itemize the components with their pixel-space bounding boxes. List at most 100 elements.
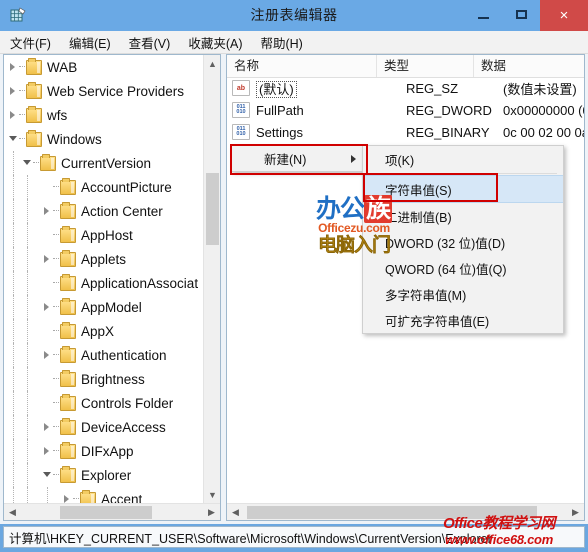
tree-item-applicationassociat[interactable]: ApplicationAssociat [4, 271, 203, 295]
scroll-up-icon[interactable]: ▲ [204, 55, 220, 72]
value-data-cell: 0x00000000 (0) [503, 102, 584, 118]
tree-vertical-scrollbar[interactable]: ▲ ▼ [203, 55, 220, 503]
tree-item-label: wfs [47, 107, 68, 123]
submenu-item-0[interactable]: 项(K) [363, 146, 563, 172]
column-header-type[interactable]: 类型 [377, 55, 474, 77]
tree-item-accent[interactable]: Accent [4, 487, 203, 503]
submenu-item-4[interactable]: QWORD (64 位)值(Q) [363, 255, 563, 281]
tree-item-deviceaccess[interactable]: DeviceAccess [4, 415, 203, 439]
registry-value-row[interactable]: ab (默认) REG_SZ (数值未设置) [227, 77, 584, 99]
tree-item-explorer[interactable]: Explorer [4, 463, 203, 487]
menu-favorites[interactable]: 收藏夹(A) [188, 33, 242, 52]
tree-expand-icon[interactable] [8, 79, 19, 103]
menu-file[interactable]: 文件(F) [10, 33, 51, 52]
minimize-icon [477, 16, 489, 19]
tree-expand-icon[interactable] [42, 199, 53, 223]
tree-connector [73, 487, 80, 503]
menu-help[interactable]: 帮助(H) [260, 33, 302, 52]
tree-vscroll-thumb[interactable] [206, 173, 219, 245]
menu-view[interactable]: 查看(V) [129, 33, 171, 52]
tree-collapse-icon[interactable] [8, 127, 19, 151]
list-scroll-left-icon[interactable]: ◀ [227, 504, 244, 520]
registry-tree[interactable]: WAB Web Service Providers wfs Windows Curren… [4, 55, 203, 503]
registry-value-row[interactable]: 011010 FullPath REG_DWORD 0x00000000 (0) [227, 99, 584, 121]
value-name-cell: (默认) [256, 79, 406, 98]
close-icon: × [559, 7, 569, 24]
tree-expand-icon[interactable] [42, 247, 53, 271]
submenu-item-1[interactable]: 字符串值(S) [363, 175, 563, 203]
registry-value-row[interactable]: 011010 Settings REG_BINARY 0c 00 02 00 0a 0… [227, 121, 584, 143]
tree-collapse-icon[interactable] [22, 151, 33, 175]
submenu-item-5[interactable]: 多字符串值(M) [363, 281, 563, 307]
column-header-name[interactable]: 名称 [227, 55, 377, 77]
tree-expand-icon[interactable] [62, 487, 73, 503]
scroll-right-icon[interactable]: ▶ [203, 504, 220, 520]
tree-item-label: DeviceAccess [81, 419, 166, 435]
column-header-data[interactable]: 数据 [474, 55, 584, 77]
folder-icon [60, 417, 76, 435]
value-type-cell: REG_BINARY [406, 124, 490, 140]
tree-item-web-service-providers[interactable]: Web Service Providers [4, 79, 203, 103]
list-scroll-right-icon[interactable]: ▶ [567, 504, 584, 520]
tree-twisty-placeholder [42, 175, 53, 199]
close-button[interactable]: × [540, 0, 588, 31]
tree-item-label: Applets [81, 251, 127, 267]
tree-item-windows[interactable]: Windows [4, 127, 203, 151]
submenu-item-3[interactable]: DWORD (32 位)值(D) [363, 229, 563, 255]
folder-icon [60, 201, 76, 219]
tree-item-brightness[interactable]: Brightness [4, 367, 203, 391]
tree-indent [8, 271, 22, 295]
maximize-button[interactable] [502, 0, 540, 28]
tree-expand-icon[interactable] [42, 343, 53, 367]
tree-item-wab[interactable]: WAB [4, 55, 203, 79]
submenu-item-2[interactable]: 二进制值(B) [363, 203, 563, 229]
tree-expand-icon[interactable] [8, 103, 19, 127]
list-hscroll-thumb[interactable] [247, 506, 537, 519]
submenu-item-6[interactable]: 可扩充字符串值(E) [363, 307, 563, 333]
tree-item-label: Controls Folder [81, 395, 174, 411]
minimize-button[interactable] [464, 0, 502, 28]
window-controls: × [464, 0, 588, 31]
tree-item-controls-folder[interactable]: Controls Folder [4, 391, 203, 415]
value-name-cell: FullPath [256, 103, 406, 118]
maximize-icon [515, 9, 527, 19]
tree-item-appmodel[interactable]: AppModel [4, 295, 203, 319]
tree-item-currentversion[interactable]: CurrentVersion [4, 151, 203, 175]
tree-item-accountpicture[interactable]: AccountPicture [4, 175, 203, 199]
tree-item-appx[interactable]: AppX [4, 319, 203, 343]
tree-expand-icon[interactable] [42, 439, 53, 463]
new-submenu[interactable]: 项(K) 字符串值(S) 二进制值(B) DWORD (32 位)值(D) QWORD … [362, 145, 564, 334]
value-data-cell: (数值未设置) [503, 81, 577, 97]
tree-indent [8, 367, 22, 391]
tree-hscroll-thumb[interactable] [60, 506, 152, 519]
tree-twisty-placeholder [42, 223, 53, 247]
tree-item-authentication[interactable]: Authentication [4, 343, 203, 367]
context-menu-item-new[interactable]: 新建(N) [232, 146, 364, 171]
tree-horizontal-scrollbar[interactable]: ◀ ▶ [4, 503, 220, 520]
tree-indent [8, 415, 22, 439]
menu-edit[interactable]: 编辑(E) [69, 33, 111, 52]
tree-expand-icon[interactable] [42, 295, 53, 319]
tree-connector [53, 319, 60, 343]
registry-tree-pane[interactable]: WAB Web Service Providers wfs Windows Curren… [3, 54, 221, 521]
tree-indent [8, 487, 22, 503]
tree-indent [22, 391, 42, 415]
tree-item-applets[interactable]: Applets [4, 247, 203, 271]
scroll-left-icon[interactable]: ◀ [4, 504, 21, 520]
tree-item-action-center[interactable]: Action Center [4, 199, 203, 223]
tree-item-label: Web Service Providers [47, 83, 185, 99]
list-horizontal-scrollbar[interactable]: ◀ ▶ [227, 503, 584, 520]
tree-expand-icon[interactable] [8, 55, 19, 79]
tree-item-apphost[interactable]: AppHost [4, 223, 203, 247]
scroll-down-icon[interactable]: ▼ [204, 486, 220, 503]
folder-icon [26, 129, 42, 147]
tree-expand-icon[interactable] [42, 415, 53, 439]
context-menu[interactable]: 新建(N) [231, 145, 365, 172]
tree-indent [22, 487, 42, 503]
tree-collapse-icon[interactable] [42, 463, 53, 487]
tree-item-wfs[interactable]: wfs [4, 103, 203, 127]
tree-twisty-placeholder [42, 319, 53, 343]
tree-connector [53, 271, 60, 295]
tree-item-difxapp[interactable]: DIFxApp [4, 439, 203, 463]
tree-indent [8, 319, 22, 343]
